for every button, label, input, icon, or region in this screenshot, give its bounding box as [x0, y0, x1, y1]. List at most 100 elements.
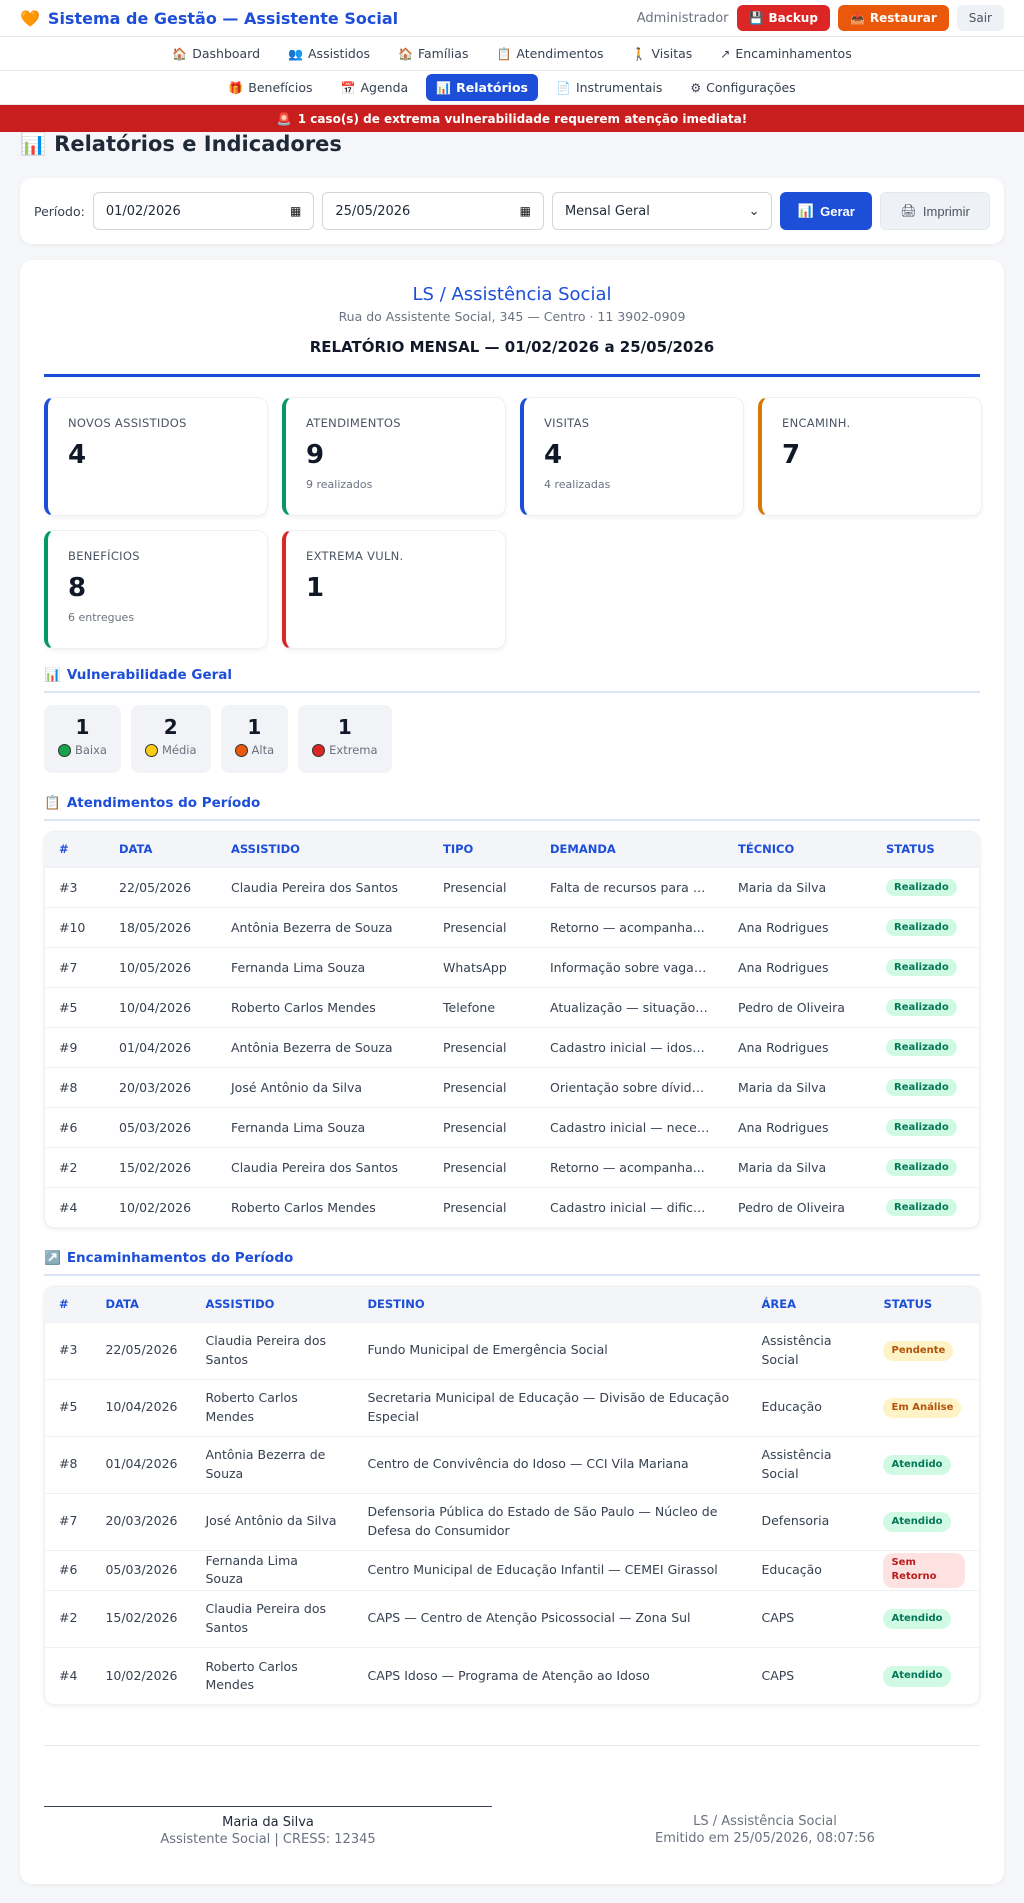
generate-label: Gerar	[820, 203, 855, 219]
table-row[interactable]: #6 05/03/2026 Fernanda Lima Souza Centro Mu…	[45, 1549, 979, 1590]
emission-date: Emitido em 25/05/2026, 08:07:56	[655, 1831, 875, 1846]
table-row[interactable]: #4 10/02/2026 Roberto Carlos Mendes Presenc…	[45, 1186, 979, 1227]
generate-button[interactable]: 📊 Gerar	[780, 192, 873, 230]
user-name: Administrador	[636, 10, 729, 26]
nav-item-relatorios[interactable]: 📊 Relatórios	[426, 74, 538, 101]
dashboard-icon: 🏠	[172, 46, 188, 61]
assistidos-icon: 👥	[288, 46, 303, 61]
vulnerability-level: Baixa	[58, 743, 107, 757]
table-cell: 01/04/2026	[105, 1026, 217, 1067]
table-cell: #7	[45, 1492, 92, 1550]
nav-item-familias[interactable]: 🏠 Famílias	[388, 40, 478, 67]
nav-item-beneficios[interactable]: 🎁 Benefícios	[218, 74, 322, 101]
table-cell: Realizado	[872, 1026, 979, 1067]
vulnerability-media: 2 Média	[130, 705, 211, 773]
date-from-input[interactable]: 01/02/2026 ▦	[92, 192, 315, 230]
table-cell: #6	[45, 1106, 105, 1147]
table-row[interactable]: #5 10/04/2026 Roberto Carlos Mendes Secreta…	[45, 1378, 979, 1436]
table-row[interactable]: #3 22/05/2026 Claudia Pereira dos Santos Pr…	[45, 866, 979, 907]
page-title-text: Relatórios e Indicadores	[54, 132, 342, 156]
table-cell: Atendido	[869, 1435, 979, 1493]
status-badge: Realizado	[886, 1039, 957, 1056]
upload-icon: 📤	[849, 11, 865, 25]
stat-label: Encaminh.	[782, 416, 851, 430]
stat-value: 7	[782, 440, 801, 470]
table-cell: Realizado	[872, 1146, 979, 1187]
nav-item-dashboard[interactable]: 🏠 Dashboard	[162, 40, 270, 67]
atendimentos-table: # Data Assistido Tipo Demanda Técnico Status #…	[45, 832, 979, 1227]
nav-item-agenda[interactable]: 📅 Agenda	[331, 74, 419, 101]
demand-text: Retorno — acompanha...	[550, 1160, 705, 1175]
logout-button[interactable]: Sair	[956, 5, 1004, 31]
table-cell: Assistência Social	[747, 1321, 870, 1379]
vulnerability-summary: 1 Baixa 2 Média 1 Alta 1 Extrema	[44, 705, 980, 773]
nav-item-label: Famílias	[417, 46, 469, 61]
calendar-icon[interactable]: ▦	[290, 204, 301, 218]
emission-info: LS / Assistência Social Emitido em 25/05…	[550, 1806, 980, 1847]
nav-item-atendimentos[interactable]: 📋 Atendimentos	[486, 40, 613, 67]
encaminhamentos-section-title: ↗️ Encaminhamentos do Período	[44, 1250, 980, 1276]
app-brand[interactable]: 🧡 Sistema de Gestão — Assistente Social	[20, 9, 398, 28]
date-to-value: 25/05/2026	[335, 203, 411, 219]
table-row[interactable]: #3 22/05/2026 Claudia Pereira dos Santos Fu…	[45, 1321, 979, 1379]
table-cell: Claudia Pereira dos Santos	[191, 1589, 354, 1647]
backup-button[interactable]: 💾 Backup	[736, 5, 830, 31]
printer-icon: 🖨	[900, 203, 917, 218]
table-row[interactable]: #10 18/05/2026 Antônia Bezerra de Souza Pre…	[45, 906, 979, 947]
table-row[interactable]: #7 10/05/2026 Fernanda Lima Souza WhatsApp I…	[45, 946, 979, 987]
nav-item-assistidos[interactable]: 👥 Assistidos	[278, 40, 380, 67]
stat-card-encaminh: Encaminh. 7	[758, 397, 982, 516]
print-button[interactable]: 🖨 Imprimir	[880, 192, 991, 230]
vulnerability-label: Extrema	[329, 743, 378, 757]
stat-subtext: 6 entregues	[68, 611, 135, 624]
status-badge: Atendido	[883, 1511, 951, 1533]
visitas-icon: 🚶	[631, 46, 647, 61]
table-row[interactable]: #2 15/02/2026 Claudia Pereira dos Santos CA…	[45, 1589, 979, 1647]
status-dot-icon	[234, 743, 248, 757]
status-badge: Realizado	[886, 1119, 957, 1136]
demand-text: Cadastro inicial — dificul...	[550, 1200, 710, 1216]
date-to-input[interactable]: 25/05/2026 ▦	[322, 192, 544, 230]
table-cell: #5	[45, 1378, 92, 1436]
table-cell: Orientação sobre dívida...	[536, 1066, 724, 1107]
table-cell: 10/02/2026	[91, 1646, 192, 1704]
nav-item-encaminhamentos[interactable]: ↗ Encaminhamentos	[710, 40, 861, 67]
table-cell: Pedro de Oliveira	[724, 1186, 872, 1227]
demand-text: Retorno — acompanha...	[550, 920, 705, 935]
status-badge: Realizado	[886, 1159, 957, 1176]
demand-text: Cadastro inicial — idosa ...	[550, 1040, 710, 1055]
table-row[interactable]: #8 01/04/2026 Antônia Bezerra de Souza Cent…	[45, 1435, 979, 1493]
column-header-tecnico: Técnico	[724, 832, 872, 867]
table-row[interactable]: #5 10/04/2026 Roberto Carlos Mendes Telefon…	[45, 986, 979, 1027]
table-row[interactable]: #8 20/03/2026 José Antônio da Silva Presenc…	[45, 1066, 979, 1107]
nav-item-configuracoes[interactable]: ⚙ Configurações	[680, 74, 805, 101]
table-row[interactable]: #4 10/02/2026 Roberto Carlos Mendes CAPS Id…	[45, 1646, 979, 1704]
column-header-assistido: Assistido	[191, 1287, 354, 1322]
table-row[interactable]: #2 15/02/2026 Claudia Pereira dos Santos Pr…	[45, 1146, 979, 1187]
table-cell: 10/04/2026	[105, 986, 217, 1027]
app-title: Sistema de Gestão — Assistente Social	[47, 8, 399, 28]
familias-icon: 🏠	[398, 46, 413, 61]
calendar-icon[interactable]: ▦	[520, 204, 531, 218]
table-cell: Pendente	[869, 1321, 979, 1379]
heart-icon: 🧡	[20, 8, 40, 28]
table-row[interactable]: #6 05/03/2026 Fernanda Lima Souza Presencia…	[45, 1106, 979, 1147]
table-row[interactable]: #9 01/04/2026 Antônia Bezerra de Souza Pres…	[45, 1026, 979, 1067]
nav-item-visitas[interactable]: 🚶 Visitas	[622, 40, 703, 67]
nav-item-instrumentais[interactable]: 📄 Instrumentais	[546, 74, 672, 101]
stat-card-extrema-vuln: Extrema Vuln. 1	[282, 530, 506, 649]
stat-card-visitas: Visitas 4 4 realizadas	[520, 397, 744, 516]
report-type-select[interactable]: Mensal Geral ⌄	[551, 192, 773, 230]
restore-button[interactable]: 📤 Restaurar	[837, 5, 949, 31]
nav-item-label: Atendimentos	[516, 46, 604, 61]
stat-value: 1	[306, 573, 325, 603]
table-cell: Pedro de Oliveira	[724, 986, 872, 1027]
table-cell: Realizado	[872, 946, 979, 987]
stat-label: Novos Assistidos	[68, 416, 187, 430]
report-title: RELATÓRIO MENSAL — 01/02/2026 a 25/05/20…	[44, 338, 980, 377]
table-cell: Em Análise	[869, 1378, 979, 1436]
table-cell: Realizado	[872, 1186, 979, 1227]
table-row[interactable]: #7 20/03/2026 José Antônio da Silva Defenso…	[45, 1492, 979, 1550]
table-cell: #2	[45, 1146, 105, 1187]
table-cell: Fernanda Lima Souza	[217, 946, 429, 987]
